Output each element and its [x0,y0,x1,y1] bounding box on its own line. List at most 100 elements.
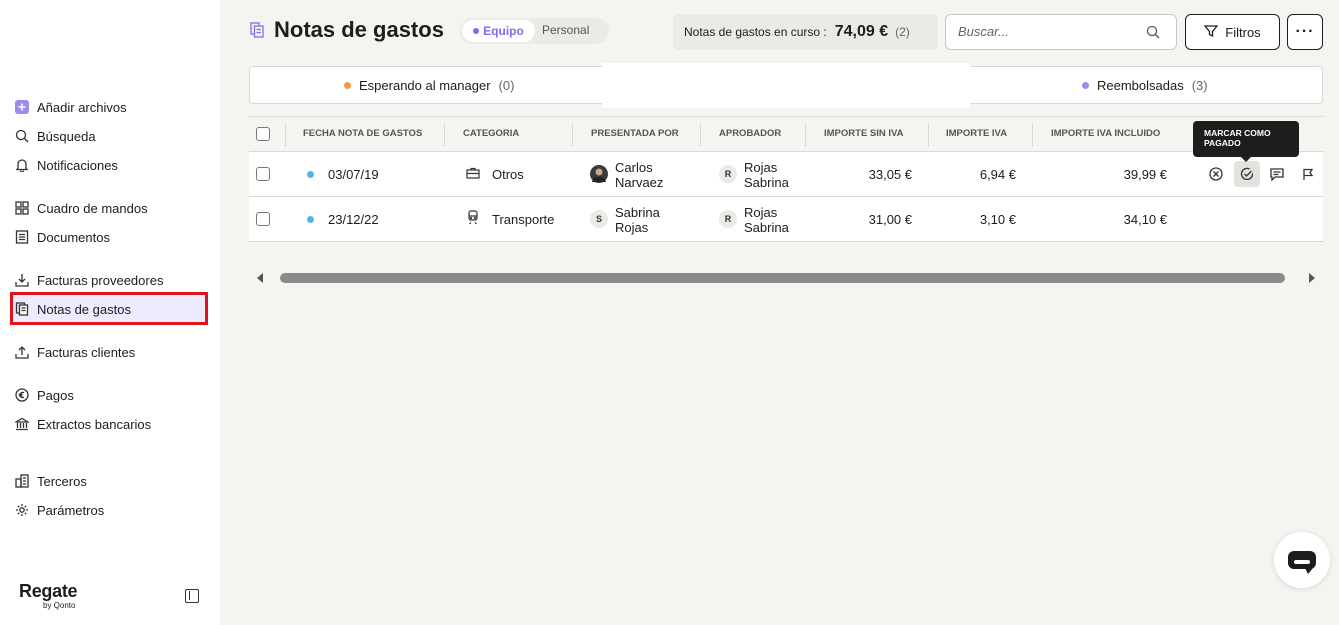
column-header-presentada-por[interactable]: Presentada por [591,128,679,139]
column-divider [444,123,445,147]
tab-label: Reembolsadas [1097,78,1184,93]
cell-amount-incl: 39,99 € [1123,167,1167,182]
column-header-fecha[interactable]: Fecha nota de gastos [303,128,422,139]
chat-launcher-button[interactable] [1274,532,1330,588]
sidebar-item-label: Notificaciones [37,157,118,173]
column-divider [928,123,929,147]
gear-icon [15,503,29,517]
sidebar-item-label: Cuadro de mandos [37,200,148,216]
submitter-first-name: Sabrina [615,205,660,220]
flag-icon[interactable] [1295,161,1321,187]
sidebar-item-label: Terceros [37,473,87,489]
document-icon [15,230,29,244]
tab-esperando-manager[interactable]: Esperando al manager (0) [344,78,514,93]
cell-submitted-by: Sabrina Rojas [615,205,660,235]
sidebar-item-parametros[interactable]: Parámetros [15,500,104,520]
search-icon [15,129,29,143]
sidebar-item-label: Extractos bancarios [37,416,152,432]
sidebar-item-notificaciones[interactable]: Notificaciones [15,155,118,175]
more-options-button[interactable]: ··· [1287,14,1323,50]
scroll-right-arrow[interactable] [1309,273,1315,283]
status-dot [307,216,314,223]
status-tabs-blank [602,63,970,108]
filters-label: Filtros [1225,24,1261,40]
column-header-importe-iva-incluido[interactable]: Importe IVA incluido [1051,128,1160,139]
avatar: S [590,210,608,228]
toggle-personal[interactable]: Personal [542,23,589,37]
cell-vat: 6,94 € [979,167,1016,182]
approver-last-name: Rojas [744,205,778,220]
comment-icon[interactable] [1264,161,1290,187]
sidebar-item-terceros[interactable]: Terceros [15,471,87,491]
toggle-equipo[interactable]: Equipo [462,20,535,42]
buildings-icon [15,474,29,488]
cell-amount-excl: 31,00 € [868,212,912,227]
horizontal-scrollbar[interactable] [280,273,1285,283]
filters-button[interactable]: Filtros [1185,14,1280,50]
approver-first-name: Sabrina [744,175,789,190]
orange-dot-icon [344,82,351,89]
approver-first-name: Sabrina [744,220,789,235]
sidebar-item-notas-de-gastos[interactable]: Notas de gastos [15,299,131,319]
collapse-sidebar-icon[interactable] [185,589,199,603]
cell-amount-excl: 33,05 € [868,167,912,182]
sidebar-item-cuadro-de-mandos[interactable]: Cuadro de mandos [15,198,148,218]
column-header-aprobador[interactable]: Aprobador [719,128,781,139]
brand-sub: by Qonto [43,601,76,610]
submitter-first-name: Carlos [615,160,653,175]
tab-count: (0) [498,78,515,93]
toggle-equipo-label: Equipo [483,24,524,38]
cell-approver: Rojas Sabrina [744,160,789,190]
cell-submitted-by: Carlos Narvaez [615,160,663,190]
bank-icon [15,417,29,431]
sidebar-item-label: Parámetros [37,502,105,518]
tab-reembolsadas[interactable]: Reembolsadas (3) [1082,78,1208,93]
sidebar-item-pagos[interactable]: Pagos [15,385,74,405]
sidebar-item-label: Notas de gastos [37,301,131,317]
sidebar-item-label: Añadir archivos [37,99,127,115]
scroll-left-arrow[interactable] [257,273,263,283]
column-header-importe-sin-iva[interactable]: Importe sin IVA [824,128,904,139]
sidebar-item-extractos-bancarios[interactable]: Extractos bancarios [15,414,151,434]
column-divider [285,123,286,147]
mark-paid-tooltip: Marcar como pagado [1193,121,1299,162]
chat-icon [1288,551,1316,574]
sidebar-item-label: Documentos [37,229,110,245]
page-title: Notas de gastos [274,17,444,42]
sidebar-item-busqueda[interactable]: Búsqueda [15,126,96,146]
sidebar-item-label: Búsqueda [37,128,96,144]
sidebar-item-documentos[interactable]: Documentos [15,227,110,247]
sidebar-item-label: Pagos [37,387,74,403]
sidebar-item-label: Facturas proveedores [37,272,164,288]
reject-icon[interactable] [1203,161,1229,187]
summary-label: Notas de gastos en curso : [684,25,827,39]
inbox-download-icon [15,273,29,287]
sidebar-item-facturas-clientes[interactable]: Facturas clientes [15,342,135,362]
row-checkbox[interactable] [256,167,270,181]
search-icon[interactable] [1146,25,1160,39]
approver-last-name: Rojas [744,160,778,175]
avatar [590,165,608,183]
row-checkbox[interactable] [256,212,270,226]
expense-notes-icon [250,22,264,38]
filter-icon [1203,24,1219,41]
submitter-last-name: Narvaez [615,175,664,190]
select-all-checkbox[interactable] [256,127,270,141]
briefcase-icon [466,166,480,183]
column-header-categoria[interactable]: Categoria [463,128,519,139]
purple-dot-icon [1082,82,1089,89]
tab-label: Esperando al manager [359,78,491,93]
expense-notes-icon [15,302,29,316]
table-row[interactable]: 23/12/22 Transporte S Sabrina Rojas R Roj… [249,197,1323,242]
cell-date: 23/12/22 [328,212,379,227]
avatar: R [719,210,737,228]
mark-paid-icon[interactable] [1234,161,1260,187]
selected-dot-icon [473,28,480,34]
avatar: R [719,165,737,183]
brand-logo: Regate by Qonto [19,581,78,611]
sidebar-item-anadir-archivos[interactable]: Añadir archivos [15,97,127,117]
column-header-importe-iva[interactable]: Importe IVA [946,128,1007,139]
sidebar-item-facturas-proveedores[interactable]: Facturas proveedores [15,270,163,290]
search-input[interactable] [958,24,1138,39]
table-row[interactable]: 03/07/19 Otros Carlos Narvaez R Rojas Sabr… [249,152,1323,197]
